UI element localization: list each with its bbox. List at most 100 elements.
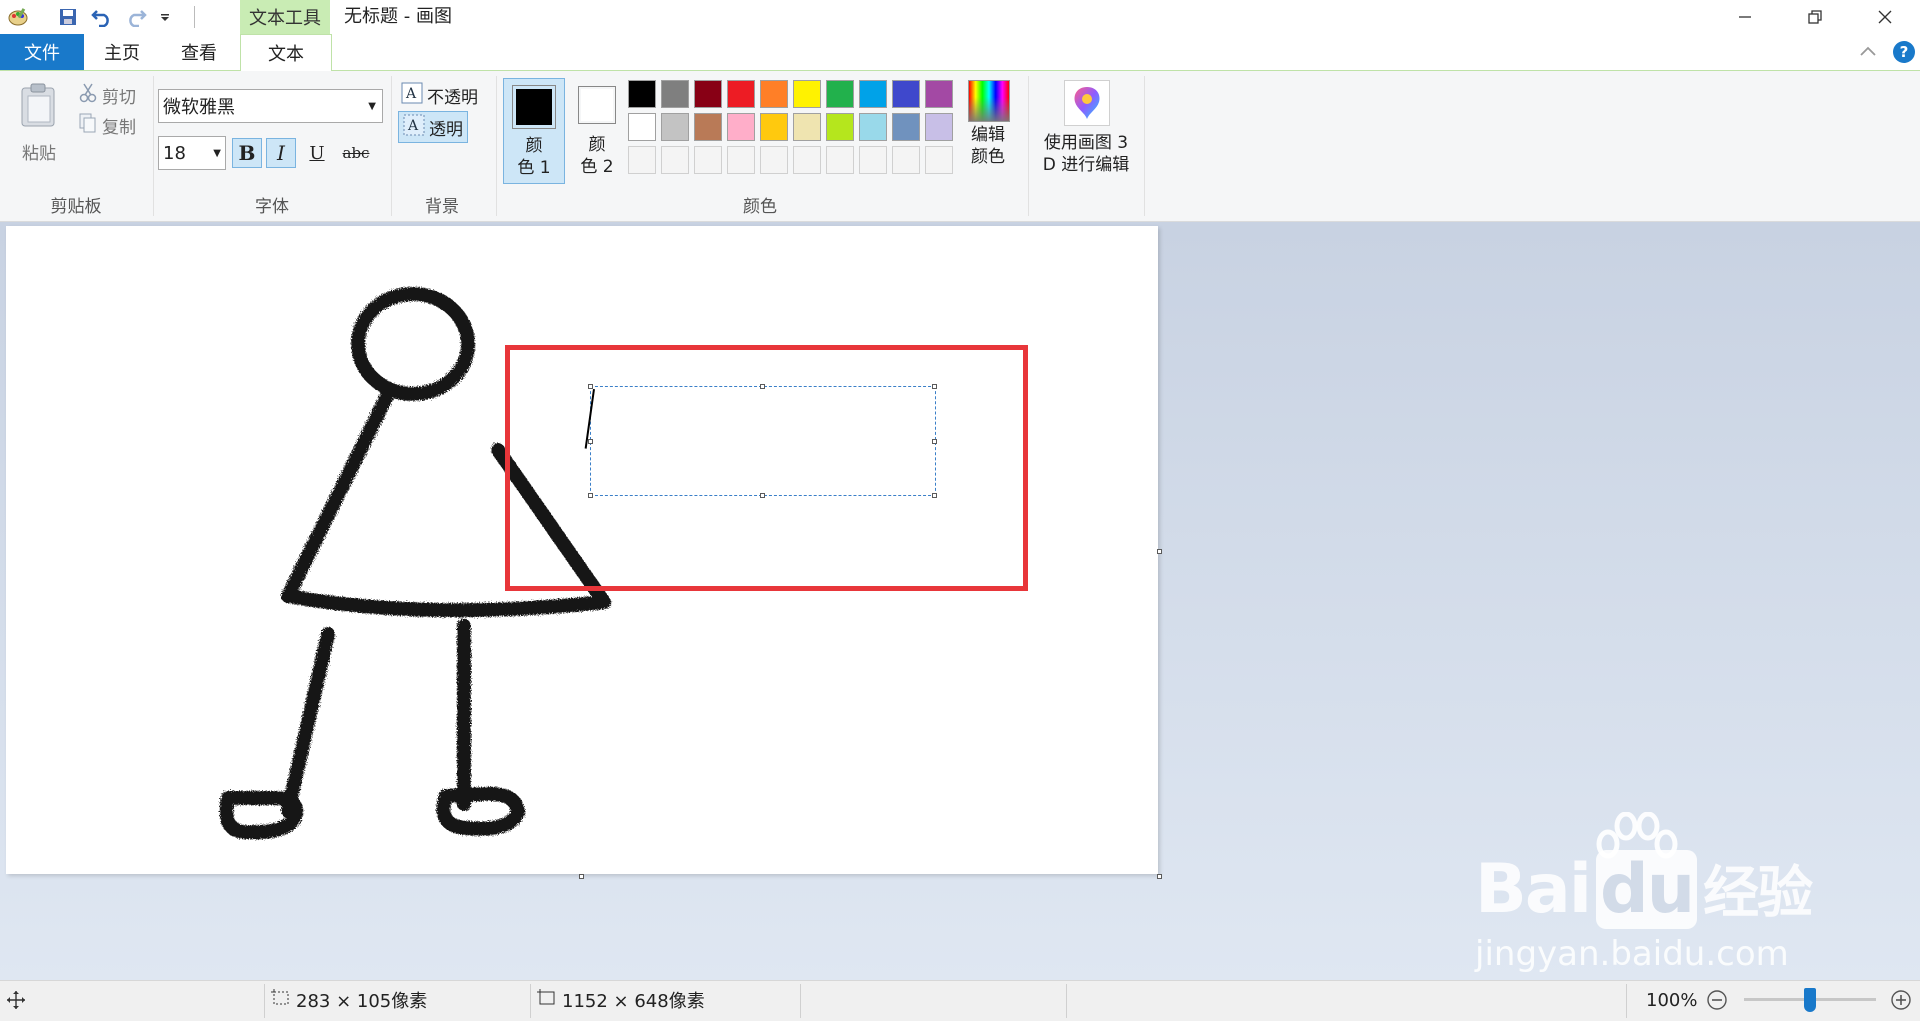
edit-colors-line1: 编辑	[971, 125, 1005, 145]
custom-color-slot[interactable]	[760, 146, 788, 174]
scissors-icon	[78, 82, 98, 109]
paint3d-line1: 使用画图 3	[1043, 133, 1129, 153]
palette-swatch[interactable]	[826, 113, 854, 141]
status-divider	[264, 984, 265, 1018]
palette-swatch[interactable]	[661, 80, 689, 108]
group-label-clipboard: 剪贴板	[50, 197, 102, 217]
paint-app-icon[interactable]	[4, 3, 32, 31]
edit-colors-button[interactable]: 编辑 颜色	[962, 80, 1014, 184]
color2-button[interactable]: 颜 色 2	[569, 78, 625, 184]
svg-text:A: A	[407, 118, 419, 134]
custom-color-slot[interactable]	[859, 146, 887, 174]
copy-icon	[78, 112, 98, 139]
undo-icon[interactable]	[88, 3, 116, 31]
help-icon[interactable]: ?	[1893, 41, 1915, 63]
tab-file[interactable]: 文件	[0, 34, 84, 70]
edit-with-paint3d-button[interactable]: 使用画图 3 D 进行编辑	[1036, 80, 1136, 184]
group-label-font: 字体	[255, 197, 289, 217]
tab-view[interactable]: 查看	[160, 34, 238, 70]
underline-button[interactable]: U	[302, 138, 332, 168]
status-divider	[1626, 984, 1627, 1018]
opaque-option[interactable]: A 不透明	[398, 80, 481, 110]
palette-swatch[interactable]	[760, 113, 788, 141]
palette-swatch[interactable]	[628, 80, 656, 108]
palette-swatch[interactable]	[892, 113, 920, 141]
color1-swatch	[516, 89, 552, 125]
minimize-icon	[1739, 16, 1751, 18]
minimize-button[interactable]	[1710, 0, 1780, 34]
custom-color-slot[interactable]	[793, 146, 821, 174]
edit-colors-line2: 颜色	[971, 147, 1005, 167]
palette-swatch[interactable]	[793, 113, 821, 141]
custom-color-slot[interactable]	[826, 146, 854, 174]
custom-color-slot[interactable]	[925, 146, 953, 174]
palette-swatch[interactable]	[925, 113, 953, 141]
palette-swatch[interactable]	[727, 113, 755, 141]
group-label-background: 背景	[425, 197, 459, 217]
highlight-annotation-box	[505, 345, 1028, 591]
custom-color-slot[interactable]	[694, 146, 722, 174]
canvas-resize-handle[interactable]	[1157, 874, 1162, 879]
group-divider	[496, 76, 497, 216]
canvas-resize-handle[interactable]	[579, 874, 584, 879]
cut-button[interactable]: 剪切	[78, 82, 136, 109]
transparent-label: 透明	[429, 119, 463, 140]
palette-swatch[interactable]	[661, 113, 689, 141]
palette-swatch[interactable]	[826, 80, 854, 108]
italic-button[interactable]: I	[266, 138, 296, 168]
redo-icon[interactable]	[122, 3, 150, 31]
close-button[interactable]	[1850, 0, 1920, 34]
restore-button[interactable]	[1780, 0, 1850, 34]
color-palette	[628, 80, 958, 178]
palette-swatch[interactable]	[628, 113, 656, 141]
status-divider	[800, 984, 801, 1018]
tab-home[interactable]: 主页	[84, 34, 160, 70]
color2-swatch	[581, 89, 613, 121]
font-size-value: 18	[163, 142, 186, 164]
palette-swatch[interactable]	[892, 80, 920, 108]
bold-button[interactable]: B	[232, 138, 262, 168]
paste-button[interactable]: 粘贴	[18, 82, 60, 172]
copy-button[interactable]: 复制	[78, 112, 136, 139]
palette-swatch[interactable]	[859, 113, 887, 141]
status-divider	[530, 984, 531, 1018]
baidu-jingyan-watermark: Bai du 经验 jingyan.baidu.com	[1475, 812, 1825, 982]
palette-swatch[interactable]	[694, 80, 722, 108]
collapse-ribbon-icon[interactable]	[1858, 42, 1878, 67]
color2-label-line1: 颜	[588, 135, 606, 155]
opaque-label: 不透明	[427, 87, 478, 108]
custom-color-slot[interactable]	[628, 146, 656, 174]
custom-color-slot[interactable]	[892, 146, 920, 174]
cut-label: 剪切	[102, 88, 136, 108]
color1-button[interactable]: 颜 色 1	[503, 78, 565, 184]
quick-access-toolbar	[0, 0, 195, 34]
palette-swatch[interactable]	[793, 80, 821, 108]
selection-size: 283 × 105像素	[270, 980, 427, 1020]
tab-text[interactable]: 文本	[240, 34, 332, 72]
watermark-url: jingyan.baidu.com	[1475, 934, 1789, 974]
paste-icon	[21, 83, 55, 127]
customize-dropdown-icon[interactable]	[156, 3, 174, 31]
watermark-brand-du: du	[1596, 850, 1698, 929]
watermark-brand: Bai	[1475, 850, 1592, 929]
context-tab-text-tools: 文本工具	[240, 0, 330, 35]
zoom-slider-thumb[interactable]	[1804, 988, 1816, 1012]
palette-swatch[interactable]	[694, 113, 722, 141]
zoom-out-button[interactable]	[1706, 980, 1728, 1020]
custom-color-slot[interactable]	[727, 146, 755, 174]
palette-swatch[interactable]	[760, 80, 788, 108]
font-size-select[interactable]: 18 ▼	[158, 136, 226, 170]
paste-label: 粘贴	[22, 144, 56, 164]
canvas-resize-handle[interactable]	[1157, 549, 1162, 554]
strikethrough-button[interactable]: abc	[336, 138, 376, 168]
save-icon[interactable]	[54, 3, 82, 31]
transparent-option[interactable]: A 透明	[398, 111, 468, 143]
zoom-in-button[interactable]	[1890, 980, 1912, 1020]
palette-swatch[interactable]	[925, 80, 953, 108]
custom-color-slot[interactable]	[661, 146, 689, 174]
palette-swatch[interactable]	[859, 80, 887, 108]
chevron-down-icon: ▼	[368, 100, 376, 112]
palette-swatch[interactable]	[727, 80, 755, 108]
font-family-select[interactable]: 微软雅黑 ▼	[158, 89, 383, 123]
close-icon	[1878, 10, 1892, 24]
